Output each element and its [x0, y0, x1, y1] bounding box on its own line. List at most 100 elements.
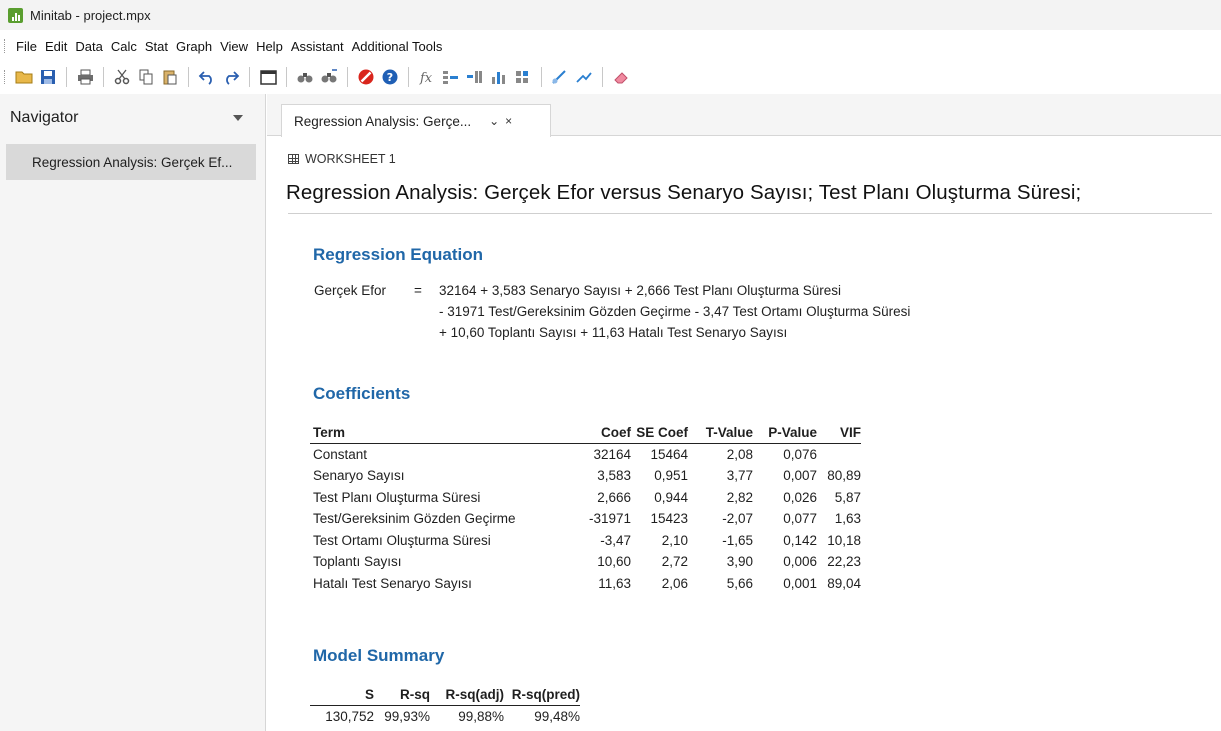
help-icon[interactable]: ?: [379, 66, 401, 88]
cell: 5,87: [834, 489, 861, 505]
col-vif: VIF: [817, 422, 861, 444]
cell: 0,944: [654, 489, 688, 505]
cut-icon[interactable]: [111, 66, 133, 88]
col-term: Term: [310, 422, 576, 444]
toolbar-separator: [188, 67, 189, 87]
menu-grip: [4, 39, 7, 53]
cell: 5,66: [726, 575, 753, 591]
cell: Test Planı Oluşturma Süresi: [313, 489, 481, 505]
cell: 10,18: [827, 532, 861, 548]
toolbar-separator: [286, 67, 287, 87]
toolbar-separator: [408, 67, 409, 87]
table-row: Test Planı Oluşturma Süresi 2,666 0,944 2,8…: [310, 487, 861, 509]
insert-columns-icon[interactable]: [464, 66, 486, 88]
menu-file[interactable]: File: [12, 39, 41, 54]
cell: Toplantı Sayısı: [313, 554, 402, 570]
cell: 2,10: [661, 532, 688, 548]
menu-calc[interactable]: Calc: [107, 39, 141, 54]
cell: 3,90: [726, 554, 753, 570]
window-title: Minitab - project.mpx: [30, 7, 151, 23]
copy-icon[interactable]: [135, 66, 157, 88]
menu-help[interactable]: Help: [252, 39, 287, 54]
equation-equals: =: [414, 283, 422, 298]
col-p-value: P-Value: [753, 422, 817, 444]
cell: 3,583: [597, 468, 631, 484]
cell: 0,006: [783, 554, 817, 570]
cell: 0,077: [783, 511, 817, 527]
cell: 2,08: [726, 447, 753, 462]
tab-dropdown-icon[interactable]: ⌄: [489, 114, 499, 128]
col-r-sq-adj: R-sq(adj): [430, 684, 504, 706]
undo-icon[interactable]: [196, 66, 218, 88]
minitab-app-icon: [8, 7, 23, 23]
brush-icon[interactable]: [549, 66, 571, 88]
bar-chart-icon[interactable]: [488, 66, 510, 88]
menu-edit[interactable]: Edit: [41, 39, 71, 54]
insert-rows-icon[interactable]: [440, 66, 462, 88]
cell: Hatalı Test Senaryo Sayısı: [313, 575, 472, 591]
table-row: Test Ortamı Oluşturma Süresi -3,47 2,10 -1,…: [310, 530, 861, 552]
cell: 0,951: [654, 468, 688, 484]
cell: 3,77: [726, 468, 753, 484]
save-icon[interactable]: [37, 66, 59, 88]
cell: -31971: [588, 511, 631, 527]
menu-graph[interactable]: Graph: [172, 39, 216, 54]
model-summary-title: Model Summary: [313, 646, 445, 665]
toolbar-separator: [249, 67, 250, 87]
table-row: Senaryo Sayısı 3,583 0,951 3,77 0,007 80,89: [310, 465, 861, 487]
open-folder-icon[interactable]: [13, 66, 35, 88]
cell: -1,65: [722, 532, 753, 548]
col-se-coef: SE Coef: [631, 422, 688, 444]
cell: 2,82: [726, 489, 753, 505]
cell: -2,07: [722, 511, 753, 527]
edit-graph-icon[interactable]: [573, 66, 595, 88]
equation-line-3: + 10,60 Toplantı Sayısı + 11,63 Hatalı T…: [439, 325, 788, 340]
tab-close-icon[interactable]: ×: [505, 114, 512, 128]
formula-icon[interactable]: fx: [416, 66, 438, 88]
svg-text:fx: fx: [419, 71, 433, 85]
table-row: Test/Gereksinim Gözden Geçirme -31971 1542…: [310, 508, 861, 530]
cell: 0,001: [783, 575, 817, 591]
navigator-panel: Navigator Regression Analysis: Gerçek Ef…: [0, 94, 266, 731]
print-icon[interactable]: [74, 66, 96, 88]
toolbar-separator: [66, 67, 67, 87]
window-icon[interactable]: [257, 66, 279, 88]
worksheet-name: WORKSHEET 1: [305, 152, 396, 166]
find-replace-icon[interactable]: [318, 66, 340, 88]
col-s: S: [310, 684, 374, 706]
equation-lhs: Gerçek Efor: [314, 283, 387, 298]
navigator-dropdown-icon[interactable]: [233, 115, 243, 121]
tab-regression-analysis[interactable]: Regression Analysis: Gerçe... ⌄ ×: [281, 104, 551, 137]
cell: 89,04: [827, 575, 861, 591]
menu-stat[interactable]: Stat: [141, 39, 172, 54]
table-header-row: S R-sq R-sq(adj) R-sq(pred): [310, 684, 580, 706]
find-icon[interactable]: [294, 66, 316, 88]
cancel-icon[interactable]: [355, 66, 377, 88]
menu-additional-tools[interactable]: Additional Tools: [348, 39, 447, 54]
col-r-sq-pred: R-sq(pred): [504, 684, 580, 706]
cell: Constant: [313, 447, 368, 462]
table-row: Hatalı Test Senaryo Sayısı 11,63 2,06 5,66 0…: [310, 573, 861, 595]
cell: 1,63: [834, 511, 861, 527]
regression-equation-title: Regression Equation: [313, 245, 484, 264]
paste-icon[interactable]: [159, 66, 181, 88]
menu-view[interactable]: View: [216, 39, 252, 54]
table-row: Toplantı Sayısı 10,60 2,72 3,90 0,006 22,23: [310, 551, 861, 573]
cell: 22,23: [827, 554, 861, 570]
cell: 80,89: [827, 468, 861, 484]
col-t-value: T-Value: [688, 422, 753, 444]
menu-assistant[interactable]: Assistant: [287, 39, 348, 54]
col-coef: Coef: [576, 422, 631, 444]
tab-strip: Regression Analysis: Gerçe... ⌄ ×: [267, 94, 1221, 137]
cell: 32164: [593, 447, 631, 462]
cell: 2,72: [661, 554, 688, 570]
grid-chart-icon[interactable]: [512, 66, 534, 88]
cell: 2,666: [597, 489, 631, 505]
eraser-icon[interactable]: [610, 66, 632, 88]
navigator-item-regression[interactable]: Regression Analysis: Gerçek Ef...: [6, 144, 256, 180]
toolbar-separator: [347, 67, 348, 87]
worksheet-grid-icon: [288, 154, 299, 164]
model-summary-table: S R-sq R-sq(adj) R-sq(pred) 130,752 99,9…: [310, 684, 580, 727]
redo-icon[interactable]: [220, 66, 242, 88]
menu-data[interactable]: Data: [71, 39, 106, 54]
